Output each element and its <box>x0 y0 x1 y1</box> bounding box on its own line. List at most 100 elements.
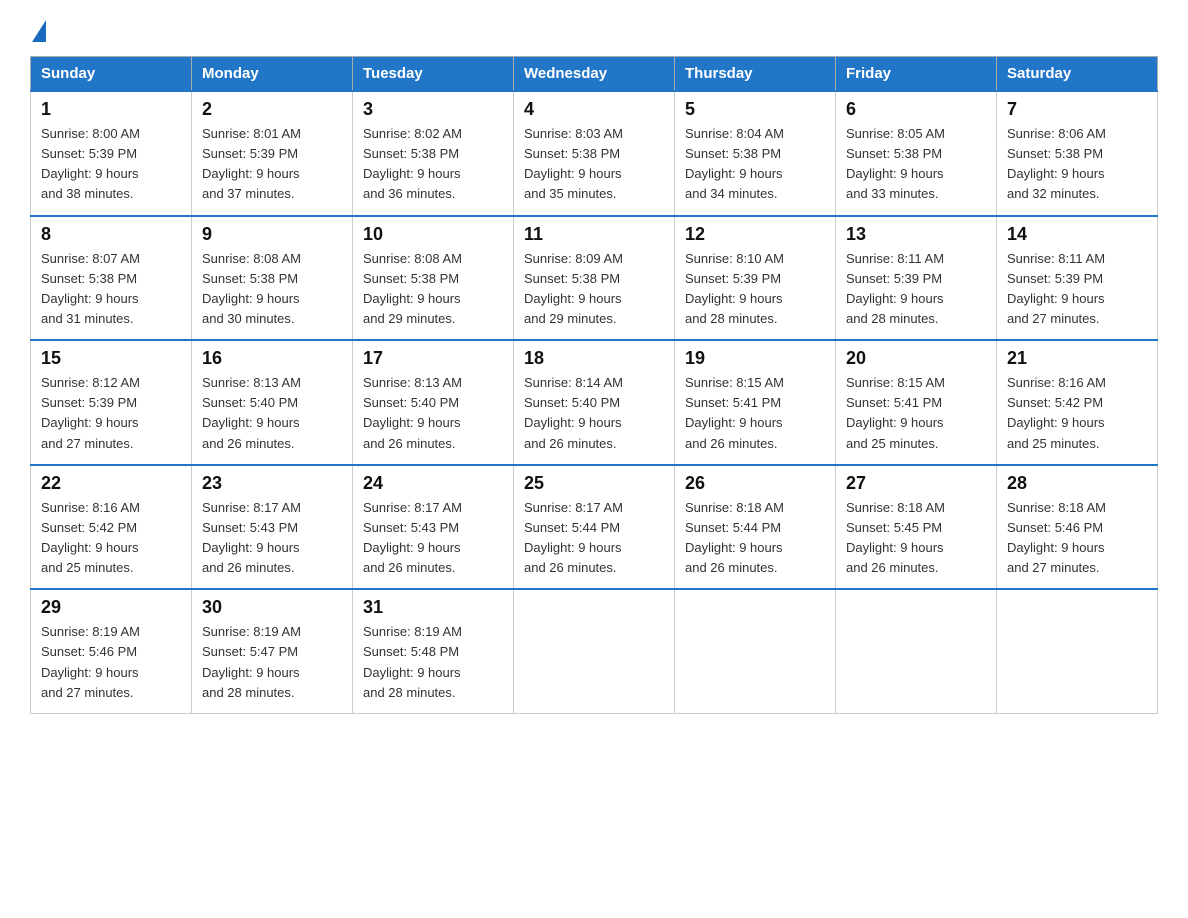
calendar-cell: 31 Sunrise: 8:19 AMSunset: 5:48 PMDaylig… <box>353 589 514 713</box>
day-info: Sunrise: 8:05 AMSunset: 5:38 PMDaylight:… <box>846 126 945 201</box>
day-number: 27 <box>846 473 986 494</box>
day-number: 31 <box>363 597 503 618</box>
calendar-week-row: 22 Sunrise: 8:16 AMSunset: 5:42 PMDaylig… <box>31 465 1158 590</box>
day-number: 23 <box>202 473 342 494</box>
calendar-cell: 2 Sunrise: 8:01 AMSunset: 5:39 PMDayligh… <box>192 91 353 216</box>
day-number: 22 <box>41 473 181 494</box>
calendar-cell: 16 Sunrise: 8:13 AMSunset: 5:40 PMDaylig… <box>192 340 353 465</box>
calendar-cell: 28 Sunrise: 8:18 AMSunset: 5:46 PMDaylig… <box>997 465 1158 590</box>
day-number: 30 <box>202 597 342 618</box>
calendar-cell: 11 Sunrise: 8:09 AMSunset: 5:38 PMDaylig… <box>514 216 675 341</box>
day-info: Sunrise: 8:06 AMSunset: 5:38 PMDaylight:… <box>1007 126 1106 201</box>
calendar-cell: 21 Sunrise: 8:16 AMSunset: 5:42 PMDaylig… <box>997 340 1158 465</box>
calendar-cell: 14 Sunrise: 8:11 AMSunset: 5:39 PMDaylig… <box>997 216 1158 341</box>
day-info: Sunrise: 8:16 AMSunset: 5:42 PMDaylight:… <box>1007 375 1106 450</box>
day-number: 20 <box>846 348 986 369</box>
day-number: 4 <box>524 99 664 120</box>
day-info: Sunrise: 8:18 AMSunset: 5:45 PMDaylight:… <box>846 500 945 575</box>
day-number: 25 <box>524 473 664 494</box>
calendar-cell: 18 Sunrise: 8:14 AMSunset: 5:40 PMDaylig… <box>514 340 675 465</box>
day-number: 12 <box>685 224 825 245</box>
day-info: Sunrise: 8:08 AMSunset: 5:38 PMDaylight:… <box>363 251 462 326</box>
calendar-cell: 15 Sunrise: 8:12 AMSunset: 5:39 PMDaylig… <box>31 340 192 465</box>
day-number: 18 <box>524 348 664 369</box>
day-info: Sunrise: 8:17 AMSunset: 5:43 PMDaylight:… <box>363 500 462 575</box>
calendar-cell: 20 Sunrise: 8:15 AMSunset: 5:41 PMDaylig… <box>836 340 997 465</box>
day-info: Sunrise: 8:17 AMSunset: 5:44 PMDaylight:… <box>524 500 623 575</box>
logo <box>30 20 46 44</box>
day-info: Sunrise: 8:09 AMSunset: 5:38 PMDaylight:… <box>524 251 623 326</box>
day-info: Sunrise: 8:13 AMSunset: 5:40 PMDaylight:… <box>363 375 462 450</box>
calendar-header-sunday: Sunday <box>31 57 192 92</box>
day-info: Sunrise: 8:00 AMSunset: 5:39 PMDaylight:… <box>41 126 140 201</box>
calendar-cell: 9 Sunrise: 8:08 AMSunset: 5:38 PMDayligh… <box>192 216 353 341</box>
calendar-cell: 4 Sunrise: 8:03 AMSunset: 5:38 PMDayligh… <box>514 91 675 216</box>
day-info: Sunrise: 8:12 AMSunset: 5:39 PMDaylight:… <box>41 375 140 450</box>
day-info: Sunrise: 8:11 AMSunset: 5:39 PMDaylight:… <box>846 251 944 326</box>
calendar-cell: 13 Sunrise: 8:11 AMSunset: 5:39 PMDaylig… <box>836 216 997 341</box>
calendar-cell: 3 Sunrise: 8:02 AMSunset: 5:38 PMDayligh… <box>353 91 514 216</box>
calendar-cell <box>514 589 675 713</box>
day-number: 1 <box>41 99 181 120</box>
day-info: Sunrise: 8:03 AMSunset: 5:38 PMDaylight:… <box>524 126 623 201</box>
day-info: Sunrise: 8:19 AMSunset: 5:46 PMDaylight:… <box>41 624 140 699</box>
day-number: 13 <box>846 224 986 245</box>
calendar-cell: 8 Sunrise: 8:07 AMSunset: 5:38 PMDayligh… <box>31 216 192 341</box>
day-number: 3 <box>363 99 503 120</box>
day-info: Sunrise: 8:19 AMSunset: 5:47 PMDaylight:… <box>202 624 301 699</box>
day-info: Sunrise: 8:15 AMSunset: 5:41 PMDaylight:… <box>846 375 945 450</box>
day-info: Sunrise: 8:19 AMSunset: 5:48 PMDaylight:… <box>363 624 462 699</box>
day-number: 29 <box>41 597 181 618</box>
day-info: Sunrise: 8:17 AMSunset: 5:43 PMDaylight:… <box>202 500 301 575</box>
calendar-cell: 26 Sunrise: 8:18 AMSunset: 5:44 PMDaylig… <box>675 465 836 590</box>
logo-area <box>30 20 46 40</box>
day-info: Sunrise: 8:10 AMSunset: 5:39 PMDaylight:… <box>685 251 784 326</box>
day-number: 24 <box>363 473 503 494</box>
calendar-cell: 17 Sunrise: 8:13 AMSunset: 5:40 PMDaylig… <box>353 340 514 465</box>
day-number: 7 <box>1007 99 1147 120</box>
day-info: Sunrise: 8:02 AMSunset: 5:38 PMDaylight:… <box>363 126 462 201</box>
calendar-cell <box>675 589 836 713</box>
calendar-header-row: SundayMondayTuesdayWednesdayThursdayFrid… <box>31 57 1158 92</box>
calendar-cell: 27 Sunrise: 8:18 AMSunset: 5:45 PMDaylig… <box>836 465 997 590</box>
calendar-table: SundayMondayTuesdayWednesdayThursdayFrid… <box>30 56 1158 714</box>
day-number: 8 <box>41 224 181 245</box>
day-number: 10 <box>363 224 503 245</box>
day-info: Sunrise: 8:15 AMSunset: 5:41 PMDaylight:… <box>685 375 784 450</box>
calendar-cell: 10 Sunrise: 8:08 AMSunset: 5:38 PMDaylig… <box>353 216 514 341</box>
day-number: 17 <box>363 348 503 369</box>
calendar-header-thursday: Thursday <box>675 57 836 92</box>
calendar-week-row: 15 Sunrise: 8:12 AMSunset: 5:39 PMDaylig… <box>31 340 1158 465</box>
day-number: 5 <box>685 99 825 120</box>
calendar-cell: 7 Sunrise: 8:06 AMSunset: 5:38 PMDayligh… <box>997 91 1158 216</box>
calendar-cell: 6 Sunrise: 8:05 AMSunset: 5:38 PMDayligh… <box>836 91 997 216</box>
day-info: Sunrise: 8:18 AMSunset: 5:44 PMDaylight:… <box>685 500 784 575</box>
day-info: Sunrise: 8:13 AMSunset: 5:40 PMDaylight:… <box>202 375 301 450</box>
day-number: 28 <box>1007 473 1147 494</box>
day-info: Sunrise: 8:08 AMSunset: 5:38 PMDaylight:… <box>202 251 301 326</box>
day-info: Sunrise: 8:18 AMSunset: 5:46 PMDaylight:… <box>1007 500 1106 575</box>
day-number: 2 <box>202 99 342 120</box>
calendar-header-friday: Friday <box>836 57 997 92</box>
calendar-header-tuesday: Tuesday <box>353 57 514 92</box>
day-info: Sunrise: 8:14 AMSunset: 5:40 PMDaylight:… <box>524 375 623 450</box>
day-info: Sunrise: 8:11 AMSunset: 5:39 PMDaylight:… <box>1007 251 1105 326</box>
calendar-header-wednesday: Wednesday <box>514 57 675 92</box>
calendar-week-row: 8 Sunrise: 8:07 AMSunset: 5:38 PMDayligh… <box>31 216 1158 341</box>
day-number: 9 <box>202 224 342 245</box>
day-number: 6 <box>846 99 986 120</box>
day-info: Sunrise: 8:01 AMSunset: 5:39 PMDaylight:… <box>202 126 301 201</box>
day-info: Sunrise: 8:04 AMSunset: 5:38 PMDaylight:… <box>685 126 784 201</box>
logo-triangle-icon <box>32 20 46 42</box>
day-number: 14 <box>1007 224 1147 245</box>
calendar-cell: 19 Sunrise: 8:15 AMSunset: 5:41 PMDaylig… <box>675 340 836 465</box>
calendar-cell: 5 Sunrise: 8:04 AMSunset: 5:38 PMDayligh… <box>675 91 836 216</box>
calendar-cell: 22 Sunrise: 8:16 AMSunset: 5:42 PMDaylig… <box>31 465 192 590</box>
day-info: Sunrise: 8:16 AMSunset: 5:42 PMDaylight:… <box>41 500 140 575</box>
calendar-cell: 24 Sunrise: 8:17 AMSunset: 5:43 PMDaylig… <box>353 465 514 590</box>
day-number: 21 <box>1007 348 1147 369</box>
calendar-cell: 23 Sunrise: 8:17 AMSunset: 5:43 PMDaylig… <box>192 465 353 590</box>
calendar-header-saturday: Saturday <box>997 57 1158 92</box>
day-number: 11 <box>524 224 664 245</box>
day-number: 15 <box>41 348 181 369</box>
